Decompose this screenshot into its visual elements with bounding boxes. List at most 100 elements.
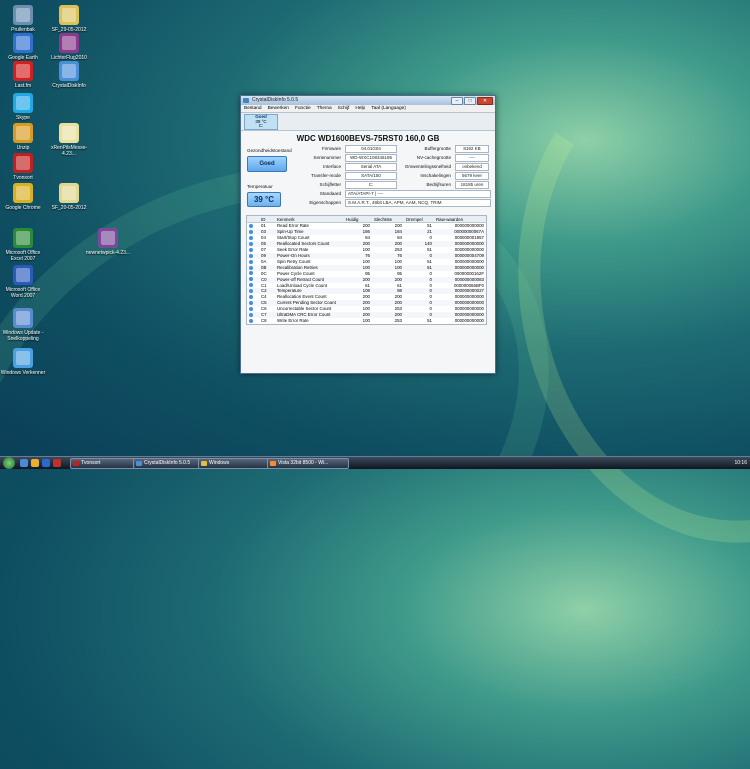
smart-attribute: Write Error Rate [277,318,309,324]
smart-col-status [246,215,259,223]
smart-header-row: ID Kenmerk Huidig Slechtste Drempel Raw-… [246,215,487,223]
close-button[interactable]: ✕ [477,97,493,105]
features-value: S.M.A.R.T., 48bit LBA, APM, AAM, NCQ, TR… [345,199,491,207]
window-title: CrystalDiskInfo 5.0.5 [252,97,299,103]
maximize-button[interactable]: □ [464,97,476,105]
desktop-shortcut-icon [13,5,33,25]
quick-launch-desktop-icon[interactable] [20,459,28,467]
desktop-icon-label: Microsoft Office Word 2007 [5,287,41,299]
taskbar-button-label: Tvonsort [81,460,101,466]
desktop-shortcut-icon [59,123,79,143]
smart-worst: 253 [394,318,402,324]
smart-col-raw[interactable]: Raw-waarden [434,215,487,223]
status-good-icon [249,319,253,324]
desktop-icon-label: Unzip [16,145,30,151]
firmware-label: Firmware [321,146,341,151]
taskbar-button-2[interactable]: Windows [198,458,276,469]
desktop-icon-4[interactable]: Last.fm [0,61,46,89]
desktop-icon-14[interactable]: Microsoft Office Word 2007 [0,265,46,299]
desktop-icon-13[interactable]: newnetwpick-4.23... [85,228,131,256]
desktop-icon-label: xRenPilsMesse-4.23... [50,145,88,157]
menu-language[interactable]: Taal (Language) [371,105,406,112]
desktop-icon-16[interactable]: Windows Verkenner [0,348,46,376]
quick-launch-media-icon[interactable] [53,459,61,467]
status-good-icon [249,271,253,276]
features-label: Eigenschappen [309,200,341,205]
desktop-icon-label: CrystalDiskInfo [52,83,86,89]
firmware-value: 04.01G04 [345,145,397,153]
serial-label: Serienummer [313,155,341,160]
app-icon [243,98,249,103]
menu-bestand[interactable]: Bestand [244,105,262,112]
desktop-shortcut-icon [13,33,33,53]
power-on-hours-value: 18185 uren [455,181,489,189]
desktop-icon-0[interactable]: Prullenbak [0,5,46,33]
smart-row[interactable]: C8 Write Error Rate 100 253 51 000000000000 [247,318,487,324]
taskbar-button-label: Vista 32bit 8500 - Wi... [278,460,329,466]
desktop-shortcut-icon [13,93,33,113]
clock[interactable]: 10:16 [734,460,747,466]
status-good-icon [249,295,253,300]
smart-col-threshold[interactable]: Drempel [404,215,434,223]
smart-col-worst[interactable]: Slechtste [372,215,404,223]
drive-info-panel: WDC WD1600BEVS-75RST0 160,0 GB Gezondhei… [241,131,495,373]
buffer-value: 8192 KB [455,145,489,153]
menu-bewerken[interactable]: Bewerken [268,105,289,112]
smart-col-id[interactable]: ID [259,215,275,223]
menu-schijf[interactable]: Schijf [338,105,350,112]
menu-bar: Bestand Bewerken Functie Thema Schijf He… [241,105,495,113]
desktop-icon-2[interactable]: Google Earth [0,33,46,61]
desktop-icon-7[interactable]: Unzip [0,123,46,151]
taskbar-button-3[interactable]: Vista 32bit 8500 - Wi... [267,458,349,469]
drive-model-title: WDC WD1600BEVS-75RST0 160,0 GB [296,134,440,143]
desktop-icon-11[interactable]: SF_20-05-2012 [46,183,92,211]
window-titlebar[interactable]: CrystalDiskInfo 5.0.5 – □ ✕ [241,96,495,105]
status-good-icon [249,289,253,294]
quick-launch-explorer-icon[interactable] [31,459,39,467]
status-good-icon [249,265,253,270]
desktop-icon-label: Microsoft Office Excel 2007 [5,250,41,262]
menu-thema[interactable]: Thema [317,105,332,112]
desktop-icon-label: Last.fm [14,83,32,89]
power-on-count-value: 5679 keer [455,172,489,180]
desktop-icon-8[interactable]: xRenPilsMesse-4.23... [46,123,92,157]
status-good-icon [249,223,253,228]
desktop-shortcut-icon [13,123,33,143]
rotation-value: onbekend [455,163,489,171]
minimize-button[interactable]: – [451,97,463,105]
desktop-icon-label: Tvonsort [13,175,33,181]
status-good-icon [249,235,253,240]
desktop-icon-5[interactable]: CrystalDiskInfo [46,61,92,89]
desktop-icon-15[interactable]: Windows Update - Snelkoppeling [0,308,46,342]
desktop-icon-3[interactable]: LichterFlug2010 [46,33,92,61]
taskbar-button-1[interactable]: CrystalDiskInfo 5.0.5 [133,458,207,469]
smart-threshold: 51 [427,318,432,324]
status-good-icon [249,301,253,306]
drive-tab-bar: Goed 39 °C C: [241,113,495,131]
quick-launch-ie-icon[interactable] [42,459,50,467]
temperature-label: Temperatuur [247,184,273,189]
smart-col-current[interactable]: Huidig [344,215,372,223]
menu-help[interactable]: Help [355,105,365,112]
drive-tab-c[interactable]: Goed 39 °C C: [244,114,278,130]
smart-col-attribute[interactable]: Kenmerk [275,215,344,223]
desktop-icon-1[interactable]: SF_29-05-2012 [46,5,92,33]
desktop-icon-6[interactable]: Skype [0,93,46,121]
menu-functie[interactable]: Functie [295,105,311,112]
temperature-value: 39 °C [247,192,281,207]
power-on-count-label: Inschakelingen [420,173,451,178]
desktop-shortcut-icon [13,348,33,368]
start-button[interactable] [3,457,15,469]
status-good-icon [249,277,253,282]
status-good-icon [249,259,253,264]
status-good-icon [249,307,253,312]
status-good-icon [249,313,253,318]
system-tray: 10:16 [734,458,747,468]
health-status-button[interactable]: Goed [247,156,287,172]
desktop-icon-10[interactable]: Google Chrome [0,183,46,211]
desktop-icon-12[interactable]: Microsoft Office Excel 2007 [0,228,46,262]
desktop-icon-9[interactable]: Tvonsort [0,153,46,181]
taskbar-button-0[interactable]: Tvonsort [70,458,142,469]
desktop-icon-label: Windows Update - Snelkoppeling [2,330,44,342]
health-label: Gezondheidstoestand [247,148,292,153]
